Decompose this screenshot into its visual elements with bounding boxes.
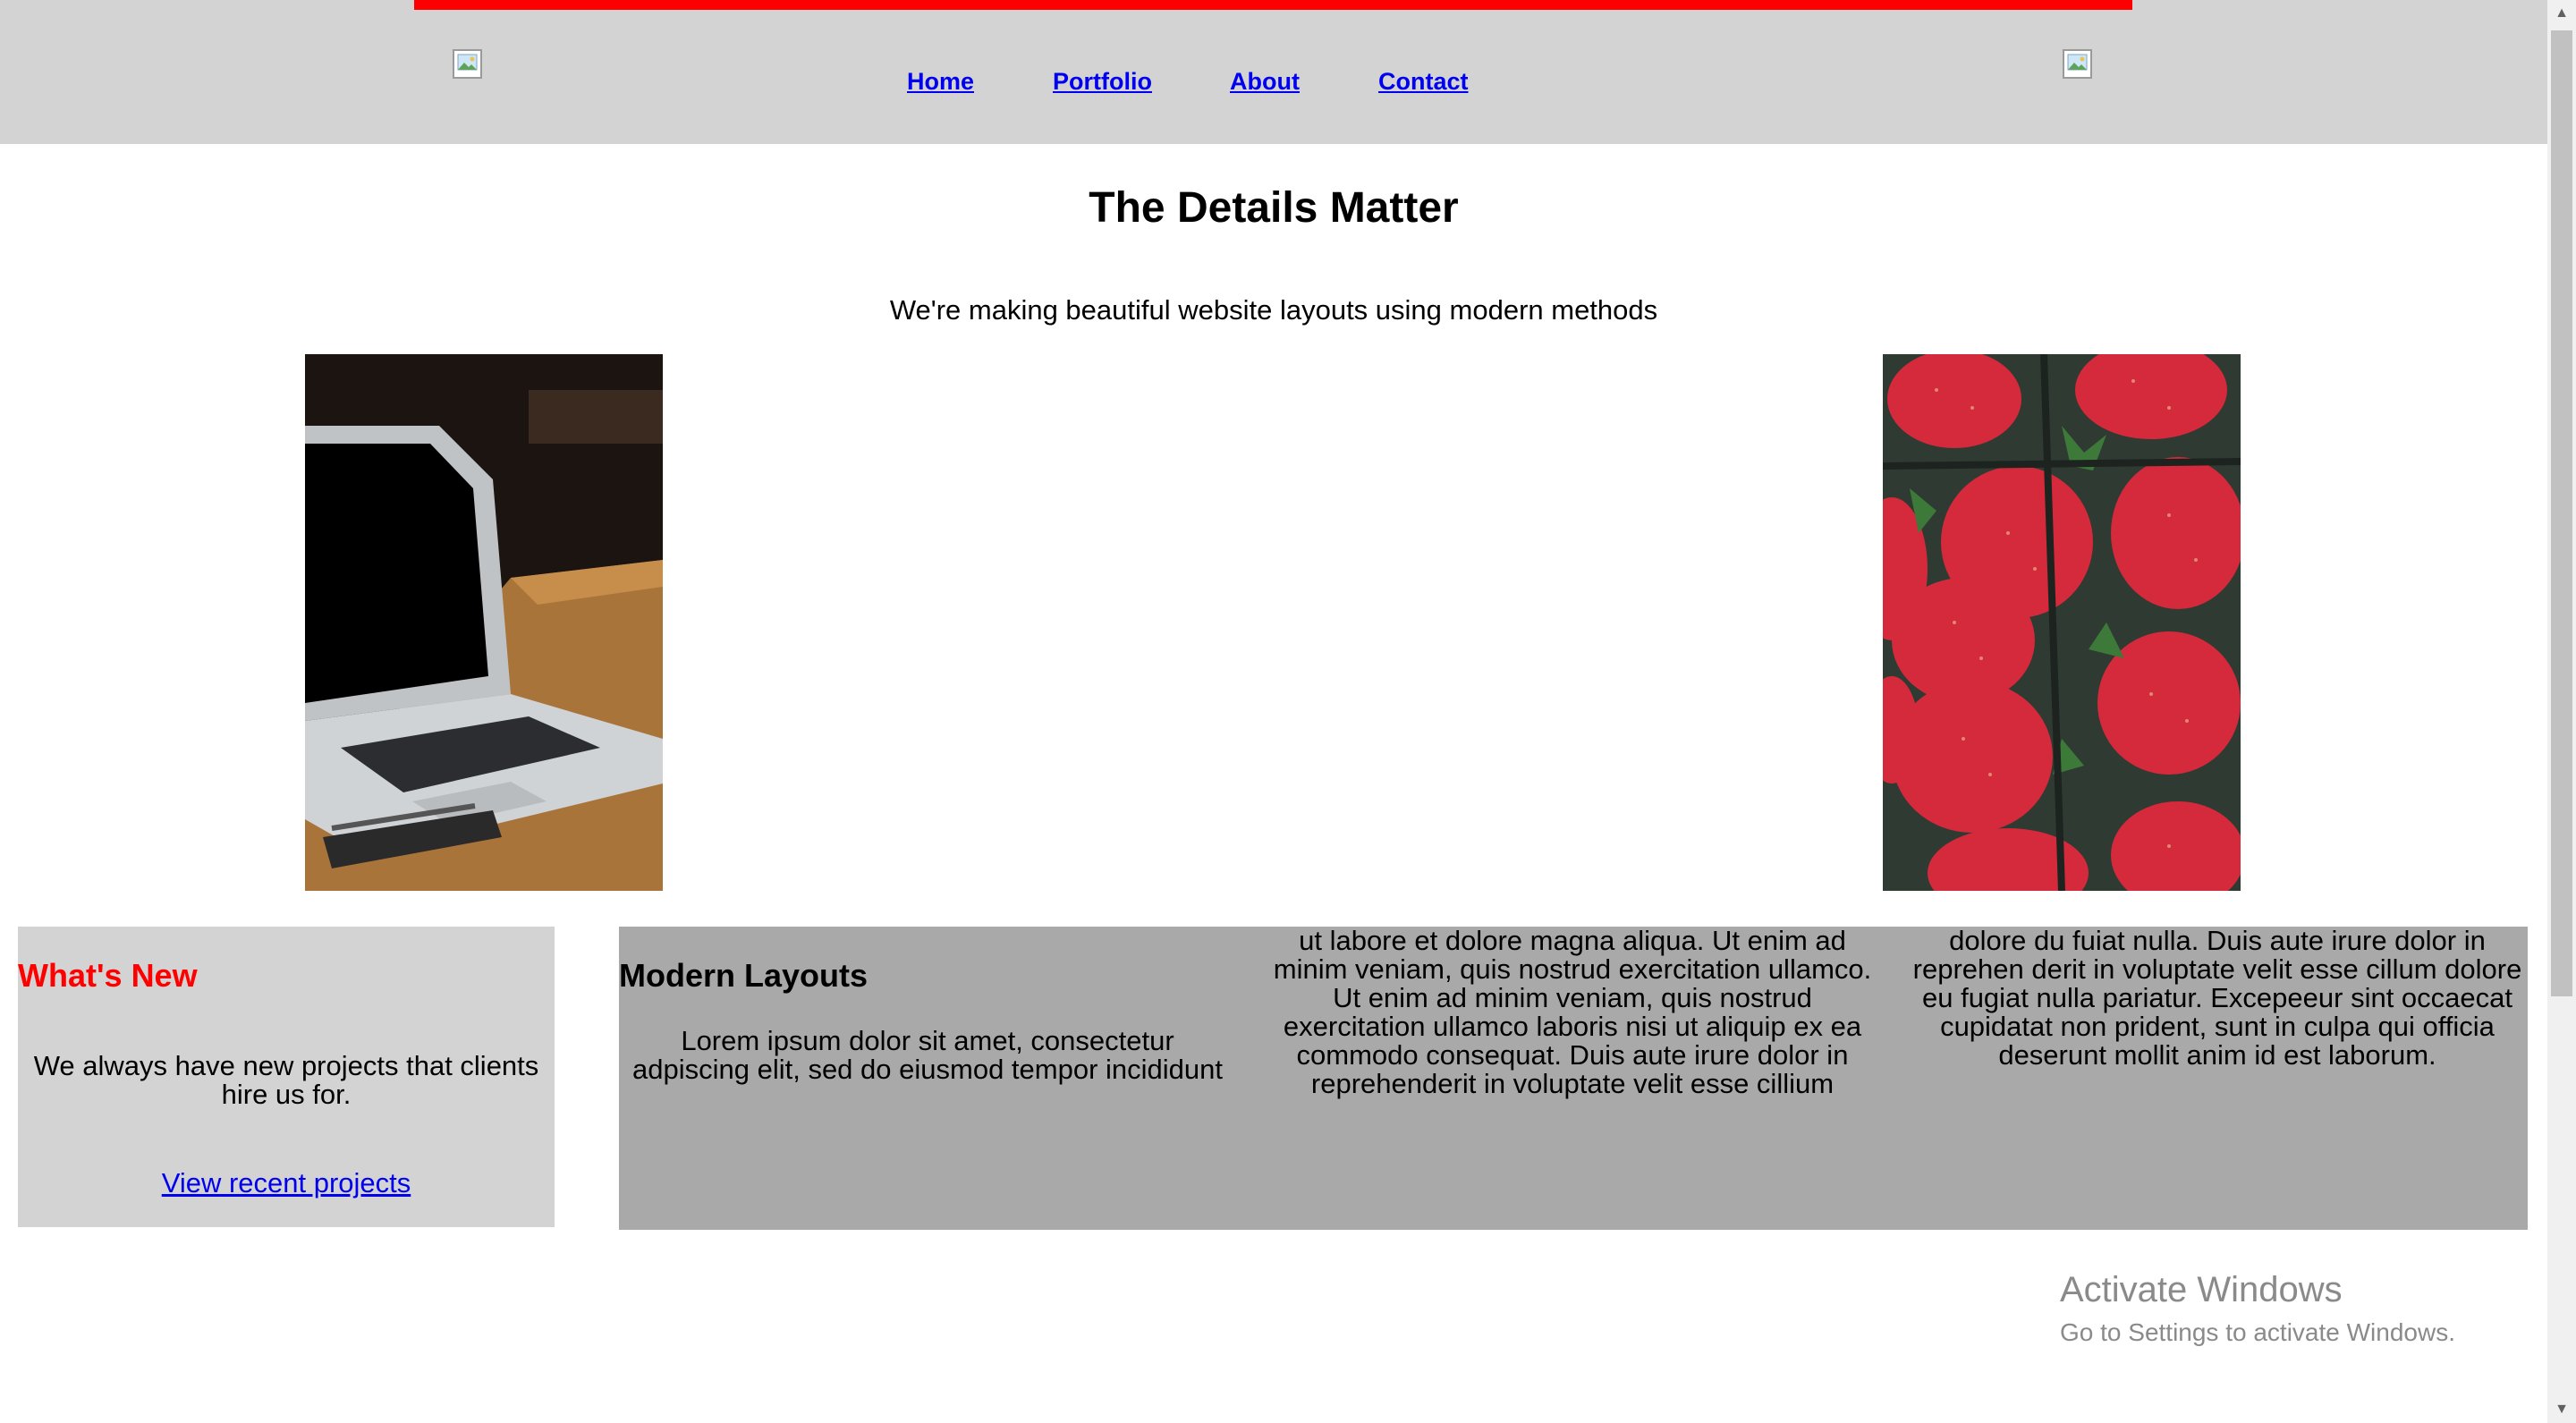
activate-windows-title: Activate Windows: [2060, 1270, 2343, 1309]
broken-image-icon: [2063, 49, 2092, 79]
modern-layouts-col1: Lorem ipsum dolor sit amet, consectetur …: [632, 1025, 1223, 1085]
modern-layouts-col2: ut labore et dolore magna aliqua. Ut eni…: [1273, 925, 1872, 1099]
nav-about-link[interactable]: About: [1230, 68, 1300, 96]
view-recent-projects-link[interactable]: View recent projects: [18, 1167, 555, 1199]
vertical-scrollbar[interactable]: ▲ ▼: [2547, 0, 2576, 1423]
scroll-up-arrow-icon[interactable]: ▲: [2547, 0, 2576, 27]
modern-layouts-heading: Modern Layouts: [619, 957, 869, 994]
nav-contact-link[interactable]: Contact: [1378, 68, 1469, 96]
nav-home-link[interactable]: Home: [907, 68, 974, 96]
activate-windows-subtitle: Go to Settings to activate Windows.: [2060, 1318, 2455, 1346]
scroll-down-arrow-icon[interactable]: ▼: [2547, 1396, 2576, 1423]
nav-portfolio-link[interactable]: Portfolio: [1053, 68, 1152, 96]
broken-image-icon: [453, 49, 482, 79]
accent-bar: [414, 0, 2132, 10]
modern-layouts-box: Modern Layouts Lorem ipsum dolor sit ame…: [619, 927, 2528, 1230]
page-title: The Details Matter: [1089, 184, 1459, 232]
whats-new-text: We always have new projects that clients…: [33, 1050, 539, 1110]
scroll-thumb[interactable]: [2551, 30, 2572, 996]
laptop-photo: [305, 354, 663, 891]
strawberries-photo: [1883, 354, 2241, 891]
site-header: Home Portfolio About Contact: [0, 0, 2547, 144]
whats-new-heading: What's New: [18, 957, 198, 994]
page-subtitle: We're making beautiful website layouts u…: [889, 294, 1658, 326]
modern-layouts-col3: dolore du fuiat nulla. Duis aute irure d…: [1912, 925, 2522, 1071]
